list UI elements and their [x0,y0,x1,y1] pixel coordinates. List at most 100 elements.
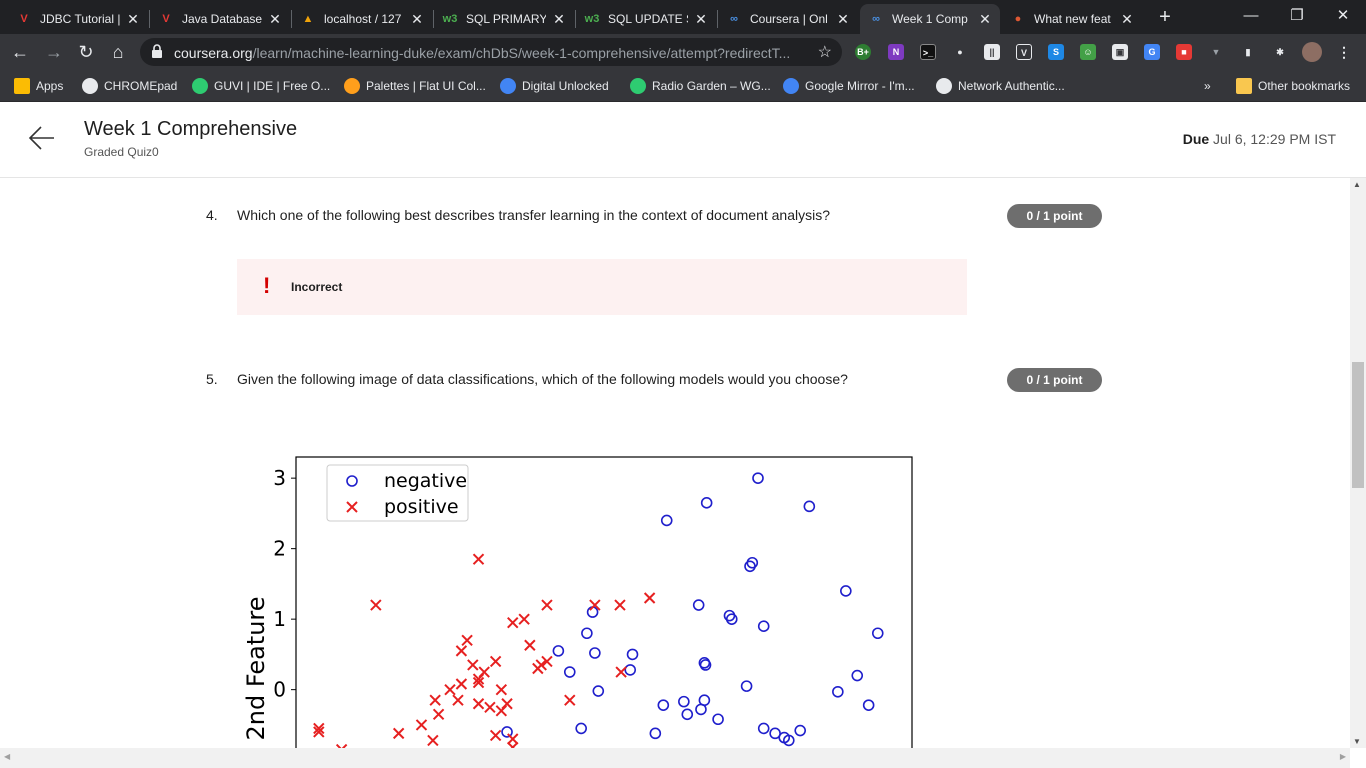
close-tab-icon[interactable]: ✕ [268,11,282,28]
browser-tab[interactable]: ● What new feat ✕ [1002,4,1142,34]
feedback-text: Incorrect [291,280,343,294]
extension-office-icon[interactable]: ■ [1176,44,1192,60]
close-tab-icon[interactable]: ✕ [410,11,424,28]
bookmark-label: Digital Unlocked [522,79,609,93]
back-arrow-icon[interactable] [28,124,56,152]
globe-icon [936,78,952,94]
positive-point [495,705,508,717]
browser-tab[interactable]: ∞ Coursera | Onl ✕ [718,4,858,34]
scroll-down-icon[interactable]: ▼ [1353,737,1361,746]
browser-tab[interactable]: V JDBC Tutorial | ✕ [8,4,148,34]
negative-point [660,514,673,527]
positive-point [489,729,502,742]
alert-icon: ! [263,273,271,298]
positive-point [518,613,530,625]
folder-icon [1236,78,1252,94]
back-icon[interactable]: ← [8,40,32,64]
quiz-content: 4. Which one of the following best descr… [0,178,1350,748]
tab-separator [433,10,434,28]
mirror-icon [783,78,799,94]
extension-shield-icon[interactable]: V [1016,44,1032,60]
extension-green-icon[interactable]: ☺ [1080,44,1096,60]
tab-title: Coursera | Onl [750,12,828,26]
extension-bulb-icon[interactable]: ● [952,44,968,60]
scroll-left-icon[interactable]: ◀ [4,752,10,761]
google-icon [500,78,516,94]
bookmark-item[interactable]: Palettes | Flat UI Col... [344,76,486,96]
extension-columns-icon[interactable]: || [984,44,1000,60]
y-axis-label: 2nd Feature [242,596,270,740]
points-badge: 0 / 1 point [1007,368,1102,392]
extension-onenote-icon[interactable]: N [888,44,904,60]
home-icon[interactable]: ⌂ [106,40,130,64]
positive-point [455,645,468,657]
extension-pocket-icon[interactable]: ▼ [1208,44,1224,60]
extension-translate-icon[interactable]: G [1144,44,1160,60]
vertical-scrollbar[interactable]: ▲ ▼ [1350,178,1366,748]
extension-window-icon[interactable]: ▣ [1112,44,1128,60]
scroll-right-icon[interactable]: ▶ [1340,752,1346,761]
other-bookmarks-folder[interactable]: Other bookmarks [1236,76,1350,96]
positive-point [524,639,536,651]
scroll-up-icon[interactable]: ▲ [1353,180,1361,189]
close-tab-icon[interactable]: ✕ [1120,11,1134,28]
browser-menu-icon[interactable]: ⋮ [1336,44,1352,60]
close-tab-icon[interactable]: ✕ [836,11,850,28]
bookmark-item[interactable]: Digital Unlocked [500,76,609,96]
close-tab-icon[interactable]: ✕ [978,11,992,28]
bookmark-item[interactable]: Radio Garden – WG... [630,76,771,96]
browser-tab[interactable]: w3 SQL PRIMARY ✕ [434,4,574,34]
bookmark-item[interactable]: CHROMEpad [82,76,177,96]
bookmark-label: GUVI | IDE | Free O... [214,79,331,93]
quiz-header: Week 1 Comprehensive Graded Quiz0 Due Ju… [0,102,1366,178]
profile-avatar[interactable] [1302,42,1322,62]
address-bar[interactable]: coursera.org/learn/machine-learning-duke… [140,38,842,66]
new-tab-button[interactable]: + [1154,6,1176,28]
extension-bplus-icon[interactable]: B+ [855,44,871,60]
close-window-icon[interactable]: ✕ [1320,4,1366,28]
w3schools-icon: w3 [442,13,458,25]
extension-bookmark-icon[interactable]: ▮ [1240,44,1256,60]
close-tab-icon[interactable]: ✕ [552,11,566,28]
points-badge: 0 / 1 point [1007,204,1102,228]
bookmark-item[interactable]: Google Mirror - I'm... [783,76,915,96]
positive-point [455,678,468,690]
bookmark-item[interactable]: Network Authentic... [936,76,1065,96]
bookmark-item[interactable]: GUVI | IDE | Free O... [192,76,330,96]
horizontal-scrollbar[interactable]: ◀ ▶ [0,748,1350,768]
browser-tab[interactable]: w3 SQL UPDATE S ✕ [576,4,716,34]
negative-point [575,722,587,735]
extension-terminal-icon[interactable]: >_ [920,44,936,60]
positive-point [429,694,441,706]
negative-point [794,724,807,737]
negative-point [581,627,593,640]
forward-icon[interactable]: → [42,40,66,64]
coursera-icon: ∞ [872,13,880,25]
browser-tab[interactable]: ▲ localhost / 127 ✕ [292,4,432,34]
browser-tab[interactable]: ∞ Week 1 Comp ✕ [860,4,1000,34]
restore-icon[interactable]: ❐ [1274,4,1320,28]
close-tab-icon[interactable]: ✕ [126,11,140,28]
extensions-puzzle-icon[interactable]: ✱ [1272,44,1288,60]
page-subtitle: Graded Quiz0 [84,145,159,159]
close-tab-icon[interactable]: ✕ [694,11,708,28]
positive-point [507,733,519,745]
negative-point [712,713,724,726]
extension-skype-icon[interactable]: S [1048,44,1064,60]
positive-point [427,734,439,747]
bookmark-item[interactable]: Apps [14,76,63,96]
bookmark-star-icon[interactable]: ☆ [818,42,832,62]
positive-point [461,634,473,647]
browser-tab[interactable]: V Java Database ✕ [150,4,290,34]
reload-icon[interactable]: ↻ [74,40,98,64]
negative-point [681,708,694,721]
negative-point [862,699,875,711]
negative-point [626,648,639,661]
minimize-icon[interactable]: — [1228,4,1274,28]
positive-point [415,719,428,731]
bookmarks-overflow-button[interactable]: » [1204,76,1211,96]
y-tick-label: 2 [273,537,286,561]
negative-point [624,664,637,676]
scrollbar-thumb[interactable] [1352,362,1364,488]
lock-icon [152,44,162,58]
